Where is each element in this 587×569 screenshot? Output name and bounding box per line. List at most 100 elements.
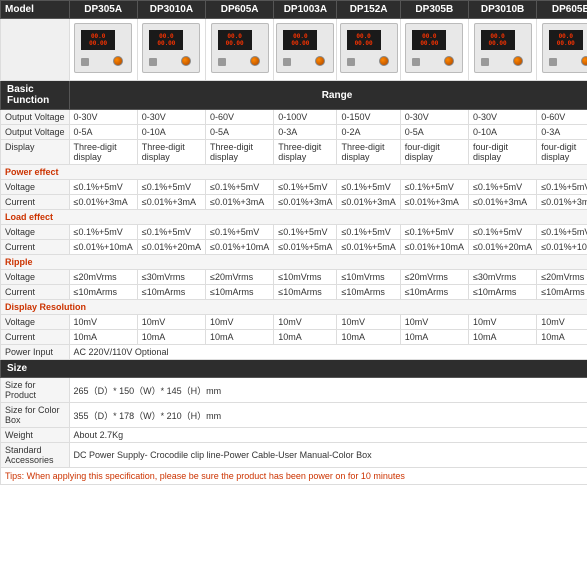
drc-8: 10mA — [537, 330, 587, 345]
disp-res-current-row: Current 10mA 10mA 10mA 10mA 10mA 10mA 10… — [1, 330, 587, 345]
pv-1: ≤0.1%+5mV — [69, 180, 137, 195]
oc-5: 0-2A — [337, 125, 400, 140]
disp-4: Three-digit display — [274, 140, 337, 165]
accessories-value: DC Power Supply- Crocodile clip line-Pow… — [69, 443, 587, 468]
oc-6: 0-5A — [400, 125, 468, 140]
power-effect-header: Power effect — [1, 165, 587, 180]
rv-4: ≤10mVrms — [274, 270, 337, 285]
pv-8: ≤0.1%+5mV — [537, 180, 587, 195]
size-box-row: Size for Color Box 355（D）* 178（W）* 210（H… — [1, 403, 587, 428]
pc-8: ≤0.01%+3mA — [537, 195, 587, 210]
tips-row: Tips: When applying this specification, … — [1, 468, 587, 485]
lc-4: ≤0.01%+5mA — [274, 240, 337, 255]
load-voltage-label: Voltage — [1, 225, 70, 240]
output-current-label: Output Voltage — [1, 125, 70, 140]
pc-1: ≤0.01%+3mA — [69, 195, 137, 210]
load-current-label: Current — [1, 240, 70, 255]
drv-8: 10mV — [537, 315, 587, 330]
power-input-value: AC 220V/110V Optional — [69, 345, 587, 360]
ripple-voltage-row: Voltage ≤20mVrms ≤30mVrms ≤20mVrms ≤10mV… — [1, 270, 587, 285]
oc-7: 0-10A — [468, 125, 536, 140]
ov-3: 0-60V — [206, 110, 274, 125]
device-img-8: 00.000.00 — [537, 19, 587, 81]
rc-4: ≤10mArms — [274, 285, 337, 300]
power-input-row: Power Input AC 220V/110V Optional — [1, 345, 587, 360]
power-voltage-label: Voltage — [1, 180, 70, 195]
rc-7: ≤10mArms — [468, 285, 536, 300]
pv-7: ≤0.1%+5mV — [468, 180, 536, 195]
rc-6: ≤10mArms — [400, 285, 468, 300]
load-effect-label: Load effect — [1, 210, 587, 225]
drv-1: 10mV — [69, 315, 137, 330]
disp-5: Three-digit display — [337, 140, 400, 165]
header-row: Model DP305A DP3010A DP605A DP1003A DP15… — [1, 1, 587, 19]
oc-2: 0-10A — [137, 125, 205, 140]
size-product-value: 265（D）* 150（W）* 145（H）mm — [69, 378, 587, 403]
device-img-7: 00.000.00 — [468, 19, 536, 81]
lc-7: ≤0.01%+20mA — [468, 240, 536, 255]
output-current-row: Output Voltage 0-5A 0-10A 0-5A 0-3A 0-2A… — [1, 125, 587, 140]
pv-5: ≤0.1%+5mV — [337, 180, 400, 195]
device-img-6: 00.000.00 — [400, 19, 468, 81]
lc-2: ≤0.01%+20mA — [137, 240, 205, 255]
device-img-2: 00.000.00 — [137, 19, 205, 81]
lc-3: ≤0.01%+10mA — [206, 240, 274, 255]
power-effect-label: Power effect — [1, 165, 587, 180]
oc-1: 0-5A — [69, 125, 137, 140]
load-effect-header: Load effect — [1, 210, 587, 225]
pc-5: ≤0.01%+3mA — [337, 195, 400, 210]
lv-7: ≤0.1%+5mV — [468, 225, 536, 240]
ov-1: 0-30V — [69, 110, 137, 125]
device-img-3: 00.000.00 — [206, 19, 274, 81]
rc-3: ≤10mArms — [206, 285, 274, 300]
rv-6: ≤20mVrms — [400, 270, 468, 285]
lc-1: ≤0.01%+10mA — [69, 240, 137, 255]
col-dp605b: DP605B — [537, 1, 587, 19]
output-voltage-row: Output Voltage 0-30V 0-30V 0-60V 0-100V … — [1, 110, 587, 125]
rv-5: ≤10mVrms — [337, 270, 400, 285]
ov-8: 0-60V — [537, 110, 587, 125]
drv-6: 10mV — [400, 315, 468, 330]
rv-8: ≤20mVrms — [537, 270, 587, 285]
disp-2: Three-digit display — [137, 140, 205, 165]
disp-1: Three-digit display — [69, 140, 137, 165]
col-dp1003a: DP1003A — [274, 1, 337, 19]
basic-function-header: Basic Function Range — [1, 81, 587, 110]
disp-7: four-digit display — [468, 140, 536, 165]
image-label-cell — [1, 19, 70, 81]
drc-1: 10mA — [69, 330, 137, 345]
image-row: 00.000.00 00.000.00 00.000.00 00.000.00 — [1, 19, 587, 81]
col-dp3010b: DP3010B — [468, 1, 536, 19]
col-model: Model — [1, 1, 70, 19]
col-dp605a: DP605A — [206, 1, 274, 19]
display-label: Display — [1, 140, 70, 165]
drv-5: 10mV — [337, 315, 400, 330]
tips-text: Tips: When applying this specification, … — [1, 468, 587, 485]
lv-1: ≤0.1%+5mV — [69, 225, 137, 240]
pc-4: ≤0.01%+3mA — [274, 195, 337, 210]
ov-6: 0-30V — [400, 110, 468, 125]
lc-5: ≤0.01%+5mA — [337, 240, 400, 255]
lv-2: ≤0.1%+5mV — [137, 225, 205, 240]
size-section-header: Size — [1, 360, 587, 378]
lc-6: ≤0.01%+10mA — [400, 240, 468, 255]
oc-3: 0-5A — [206, 125, 274, 140]
ov-5: 0-150V — [337, 110, 400, 125]
weight-value: About 2.7Kg — [69, 428, 587, 443]
accessories-label: Standard Accessories — [1, 443, 70, 468]
col-dp3010a: DP3010A — [137, 1, 205, 19]
accessories-row: Standard Accessories DC Power Supply- Cr… — [1, 443, 587, 468]
drc-5: 10mA — [337, 330, 400, 345]
pc-3: ≤0.01%+3mA — [206, 195, 274, 210]
oc-4: 0-3A — [274, 125, 337, 140]
weight-label: Weight — [1, 428, 70, 443]
rc-2: ≤10mArms — [137, 285, 205, 300]
weight-row: Weight About 2.7Kg — [1, 428, 587, 443]
rc-8: ≤10mArms — [537, 285, 587, 300]
spec-table: Model DP305A DP3010A DP605A DP1003A DP15… — [0, 0, 587, 485]
display-resolution-header: Display Resolution — [1, 300, 587, 315]
lv-5: ≤0.1%+5mV — [337, 225, 400, 240]
ripple-current-row: Current ≤10mArms ≤10mArms ≤10mArms ≤10mA… — [1, 285, 587, 300]
lv-6: ≤0.1%+5mV — [400, 225, 468, 240]
pv-2: ≤0.1%+5mV — [137, 180, 205, 195]
